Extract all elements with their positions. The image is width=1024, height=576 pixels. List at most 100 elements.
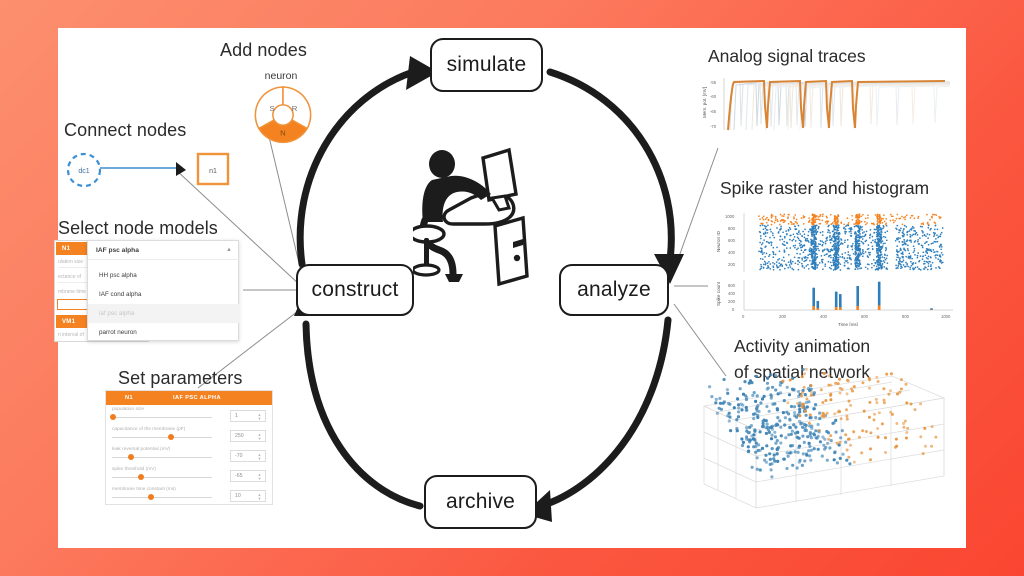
parameter-value: 1 — [235, 413, 238, 419]
spinner-arrows-icon[interactable]: ▲ ▼ — [256, 491, 263, 503]
cycle-node-label: analyze — [577, 278, 651, 301]
svg-text:600: 600 — [861, 314, 869, 319]
parameter-row[interactable]: spike threshold (mV) -65 ▲ ▼ — [106, 466, 272, 486]
add-nodes-illustration: neuron S R N — [226, 70, 336, 152]
parameter-value-field[interactable]: 1 ▲ ▼ — [230, 410, 266, 422]
parameter-value-field[interactable]: 10 ▲ ▼ — [230, 490, 266, 502]
svg-text:400: 400 — [820, 314, 828, 319]
y-axis-ticks: -55 -60 -65 -70 — [710, 80, 717, 129]
parameter-label: leak reversal potential (mV) — [112, 447, 171, 452]
parameter-slider-track[interactable] — [112, 417, 212, 419]
parameters-header-model: IAF PSC ALPHA — [173, 395, 221, 401]
parameter-value-field[interactable]: 250 ▲ ▼ — [230, 430, 266, 442]
parameter-slider-knob[interactable] — [138, 474, 144, 480]
parameter-value: 10 — [235, 493, 241, 499]
parameter-slider-knob[interactable] — [110, 414, 116, 420]
parameters-header-node: N1 — [125, 395, 133, 401]
background-traces — [729, 81, 950, 131]
svg-text:1000: 1000 — [941, 314, 951, 319]
chevron-up-icon[interactable]: ▲ — [226, 247, 232, 253]
parameter-slider-track[interactable] — [112, 437, 212, 439]
parameter-value-field[interactable]: -70 ▲ ▼ — [230, 450, 266, 462]
parameters-panel-header: N1 IAF PSC ALPHA — [106, 391, 272, 405]
cycle-node-archive[interactable]: archive — [424, 475, 537, 529]
node-n1-label: n1 — [209, 168, 217, 175]
cycle-node-label: construct — [311, 278, 399, 301]
spinner-arrows-icon[interactable]: ▲ ▼ — [256, 451, 263, 463]
svg-text:-60: -60 — [710, 94, 717, 99]
parameter-slider-track[interactable] — [112, 477, 212, 479]
spinner-arrows-icon[interactable]: ▲ ▼ — [256, 411, 263, 423]
parameter-row[interactable]: leak reversal potential (mV) -70 ▲ ▼ — [106, 446, 272, 466]
y-axis-label: Mem. pot. [mV] — [702, 87, 707, 118]
cycle-node-label: simulate — [446, 53, 527, 76]
select-node-models-title: Select node models — [58, 218, 218, 238]
dropdown-selected-label: IAF psc alpha — [96, 246, 139, 254]
parameter-slider-track[interactable] — [112, 497, 212, 499]
connect-nodes-illustration: dc1 n1 — [66, 152, 230, 188]
cycle-node-analyze[interactable]: analyze — [559, 264, 669, 316]
parameter-value: -70 — [235, 453, 243, 459]
svg-text:800: 800 — [728, 226, 736, 231]
x-axis-label: Time [ms] — [838, 322, 858, 326]
x-axis-ticks: 0 200 400 600 800 1000 — [742, 314, 951, 319]
set-parameters-title: Set parameters — [118, 368, 243, 388]
neuron-node-icon[interactable]: S R N — [254, 86, 312, 144]
person-at-computer-icon — [413, 147, 529, 287]
svg-text:400: 400 — [728, 250, 736, 255]
parameter-value-field[interactable]: -65 ▲ ▼ — [230, 470, 266, 482]
parameter-row[interactable]: population size 1 ▲ ▼ — [106, 406, 272, 426]
svg-text:200: 200 — [779, 314, 787, 319]
svg-text:400: 400 — [728, 291, 736, 296]
slide-background: simulate analyze archive construct Add n… — [0, 0, 1024, 576]
raster-scatter-points — [758, 213, 944, 271]
parameter-value: -65 — [235, 473, 243, 479]
raster-y-label: Neuron ID — [716, 230, 721, 252]
svg-text:-55: -55 — [710, 80, 717, 85]
svg-text:200: 200 — [728, 262, 736, 267]
analog-traces-chart: Mem. pot. [mV] -55 -60 -65 -70 — [702, 78, 950, 131]
parameter-slider-knob[interactable] — [148, 494, 154, 500]
cycle-node-simulate[interactable]: simulate — [430, 38, 543, 92]
svg-text:200: 200 — [728, 299, 736, 304]
neuron-node-label: neuron — [264, 70, 298, 82]
pointer-cursor-icon — [176, 162, 186, 176]
dropdown-option-disabled: iaf psc alpha — [88, 304, 240, 323]
node-dc1-label: dc1 — [78, 168, 89, 175]
3d-box-grid — [702, 375, 946, 509]
svg-text:600: 600 — [728, 283, 736, 288]
sector-label-s: S — [269, 104, 274, 113]
slide-canvas: simulate analyze archive construct Add n… — [54, 28, 966, 548]
svg-text:0: 0 — [732, 307, 735, 312]
raster-y-ticks: 1000 800 600 400 200 — [725, 214, 736, 267]
dropdown-selected-value[interactable]: IAF psc alpha ▲ — [88, 241, 240, 260]
hist-y-ticks: 600 400 200 0 — [728, 283, 736, 312]
node-models-panel: N1 ulation size ectance of mbrane time V… — [54, 240, 240, 342]
svg-text:800: 800 — [902, 314, 910, 319]
dropdown-option[interactable]: parrot neuron — [88, 323, 240, 342]
network-scatter-points — [708, 368, 938, 479]
sector-label-r: R — [292, 104, 298, 113]
parameter-row[interactable]: membrane time constant (ms) 10 ▲ ▼ — [106, 486, 272, 506]
svg-text:-70: -70 — [710, 124, 717, 129]
sector-label-n: N — [280, 128, 286, 137]
cycle-node-label: archive — [445, 490, 516, 513]
add-nodes-title: Add nodes — [220, 40, 307, 60]
connect-nodes-title: Connect nodes — [64, 120, 187, 140]
parameter-slider-track[interactable] — [112, 457, 212, 459]
dropdown-option[interactable]: IAF cond alpha — [88, 285, 240, 304]
svg-text:1000: 1000 — [725, 214, 735, 219]
parameter-slider-knob[interactable] — [128, 454, 134, 460]
spike-raster-title: Spike raster and histogram — [720, 178, 930, 198]
parameter-slider-knob[interactable] — [168, 434, 174, 440]
svg-text:-65: -65 — [710, 109, 717, 114]
spinner-arrows-icon[interactable]: ▲ ▼ — [256, 471, 263, 483]
cycle-node-construct[interactable]: construct — [296, 264, 414, 316]
svg-text:600: 600 — [728, 238, 736, 243]
parameter-row[interactable]: capacitance of the membrane (pF) 250 ▲ ▼ — [106, 426, 272, 446]
activity-animation-title-line1: Activity animation — [734, 336, 871, 356]
dropdown-option[interactable]: HH psc alpha — [88, 266, 240, 285]
node-model-dropdown[interactable]: IAF psc alpha ▲ HH psc alpha IAF cond al… — [87, 240, 240, 342]
histogram-bars — [812, 281, 933, 310]
spinner-arrows-icon[interactable]: ▲ ▼ — [256, 431, 263, 443]
